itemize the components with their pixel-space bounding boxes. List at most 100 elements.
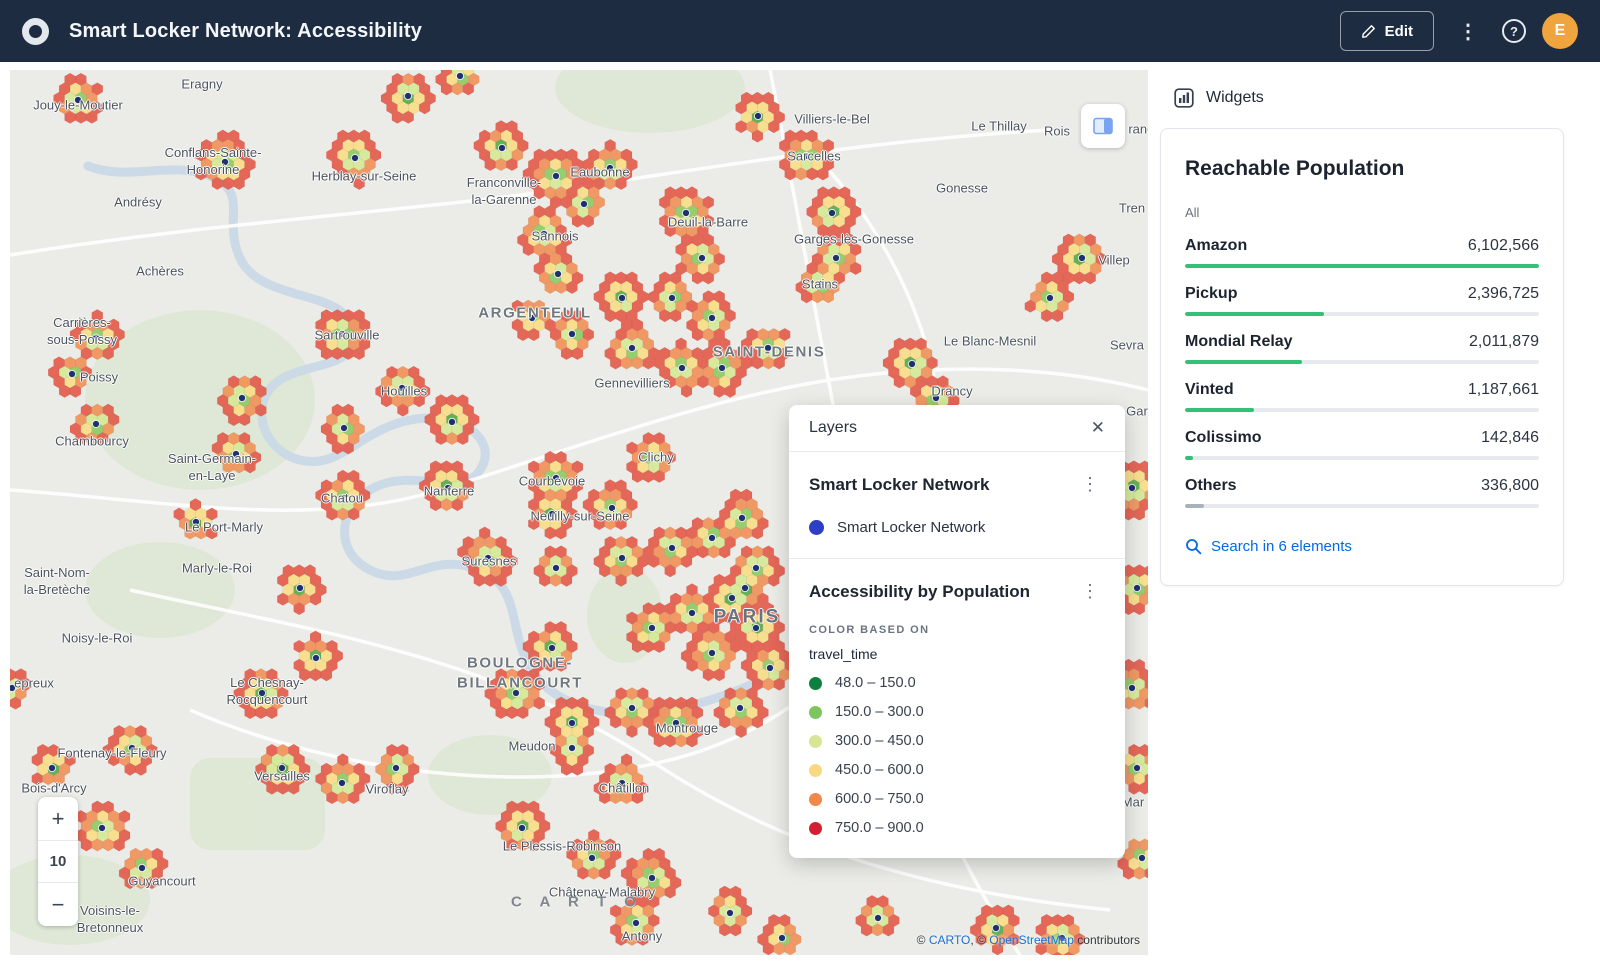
- locker-point[interactable]: [351, 154, 358, 161]
- locker-point[interactable]: [754, 112, 761, 119]
- locker-point[interactable]: [1046, 294, 1053, 301]
- locker-point[interactable]: [552, 564, 559, 571]
- locker-point[interactable]: [708, 649, 715, 656]
- locker-point[interactable]: [340, 494, 347, 501]
- locker-point[interactable]: [398, 384, 405, 391]
- locker-point[interactable]: [992, 924, 999, 931]
- locker-point[interactable]: [668, 294, 675, 301]
- carto-link[interactable]: CARTO: [929, 933, 971, 947]
- locker-point[interactable]: [672, 719, 679, 726]
- locker-point[interactable]: [552, 172, 559, 179]
- locker-point[interactable]: [232, 450, 239, 457]
- locker-point[interactable]: [340, 424, 347, 431]
- locker-point[interactable]: [1128, 484, 1135, 491]
- locker-point[interactable]: [678, 364, 685, 371]
- avatar[interactable]: E: [1542, 13, 1578, 49]
- locker-point[interactable]: [568, 330, 575, 337]
- locker-point[interactable]: [766, 664, 773, 671]
- locker-point[interactable]: [554, 270, 561, 277]
- map-canvas[interactable]: EragnyJouy-le-MoutierConflans-Sainte- Ho…: [10, 70, 1148, 955]
- locker-point[interactable]: [238, 394, 245, 401]
- locker-point[interactable]: [874, 914, 881, 921]
- locker-point[interactable]: [632, 919, 639, 926]
- locker-point[interactable]: [10, 684, 16, 691]
- locker-point[interactable]: [668, 544, 675, 551]
- layer-options-icon[interactable]: ⋮: [1075, 472, 1105, 497]
- locker-point[interactable]: [606, 164, 613, 171]
- carto-logo[interactable]: [22, 18, 49, 45]
- locker-point[interactable]: [540, 230, 547, 237]
- search-elements-button[interactable]: Search in 6 elements: [1185, 538, 1352, 555]
- locker-point[interactable]: [92, 420, 99, 427]
- locker-point[interactable]: [568, 719, 575, 726]
- locker-point[interactable]: [278, 764, 285, 771]
- locker-point[interactable]: [296, 584, 303, 591]
- locker-point[interactable]: [221, 158, 228, 165]
- locker-point[interactable]: [98, 824, 105, 831]
- locker-point[interactable]: [832, 254, 839, 261]
- locker-point[interactable]: [764, 344, 771, 351]
- edit-button[interactable]: Edit: [1340, 11, 1434, 51]
- locker-point[interactable]: [718, 364, 725, 371]
- locker-point[interactable]: [338, 779, 345, 786]
- locker-point[interactable]: [548, 510, 555, 517]
- locker-point[interactable]: [628, 704, 635, 711]
- close-icon[interactable]: ✕: [1091, 418, 1105, 438]
- locker-point[interactable]: [312, 654, 319, 661]
- locker-point[interactable]: [682, 209, 689, 216]
- locker-point[interactable]: [92, 334, 99, 341]
- locker-point[interactable]: [728, 594, 735, 601]
- locker-point[interactable]: [618, 554, 625, 561]
- locker-point[interactable]: [456, 72, 463, 79]
- locker-point[interactable]: [828, 209, 835, 216]
- locker-point[interactable]: [258, 689, 265, 696]
- locker-point[interactable]: [648, 874, 655, 881]
- locker-point[interactable]: [518, 824, 525, 831]
- locker-point[interactable]: [648, 454, 655, 461]
- locker-point[interactable]: [192, 518, 199, 525]
- locker-point[interactable]: [738, 514, 745, 521]
- osm-link[interactable]: OpenStreetMap: [989, 933, 1074, 947]
- locker-point[interactable]: [648, 624, 655, 631]
- locker-point[interactable]: [816, 280, 823, 287]
- locker-point[interactable]: [608, 504, 615, 511]
- locker-point[interactable]: [484, 554, 491, 561]
- locker-point[interactable]: [618, 779, 625, 786]
- locker-point[interactable]: [128, 744, 135, 751]
- locker-point[interactable]: [74, 96, 81, 103]
- locker-point[interactable]: [138, 864, 145, 871]
- locker-point[interactable]: [1133, 764, 1140, 771]
- locker-point[interactable]: [1128, 684, 1135, 691]
- locker-point[interactable]: [932, 394, 939, 401]
- locker-point[interactable]: [548, 644, 555, 651]
- locker-point[interactable]: [580, 200, 587, 207]
- header-menu-button[interactable]: ⋮: [1450, 15, 1486, 48]
- locker-point[interactable]: [338, 330, 345, 337]
- zoom-out-button[interactable]: −: [38, 883, 78, 926]
- locker-point[interactable]: [588, 854, 595, 861]
- locker-point[interactable]: [448, 418, 455, 425]
- locker-point[interactable]: [1138, 854, 1145, 861]
- locker-point[interactable]: [708, 534, 715, 541]
- locker-point[interactable]: [778, 934, 785, 941]
- locker-point[interactable]: [698, 254, 705, 261]
- locker-point[interactable]: [68, 370, 75, 377]
- locker-point[interactable]: [741, 584, 748, 591]
- zoom-in-button[interactable]: +: [38, 797, 78, 840]
- locker-point[interactable]: [404, 92, 411, 99]
- layer-options-icon[interactable]: ⋮: [1075, 579, 1105, 604]
- locker-point[interactable]: [528, 314, 535, 321]
- locker-point[interactable]: [908, 360, 915, 367]
- locker-point[interactable]: [726, 909, 733, 916]
- locker-point[interactable]: [736, 704, 743, 711]
- locker-point[interactable]: [568, 744, 575, 751]
- locker-point[interactable]: [708, 314, 715, 321]
- locker-point[interactable]: [688, 609, 695, 616]
- locker-point[interactable]: [512, 689, 519, 696]
- locker-point[interactable]: [48, 764, 55, 771]
- map-view-toggle-button[interactable]: [1081, 104, 1125, 148]
- locker-point[interactable]: [444, 484, 451, 491]
- locker-point[interactable]: [552, 474, 559, 481]
- locker-point[interactable]: [628, 344, 635, 351]
- locker-point[interactable]: [1133, 584, 1140, 591]
